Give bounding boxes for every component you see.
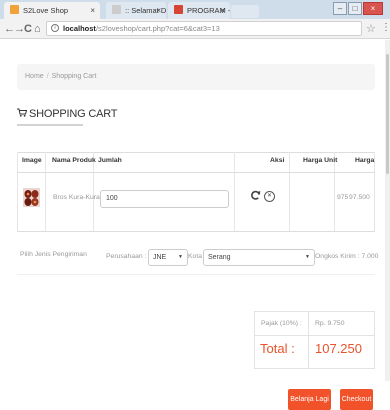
tab-title: S2Love Shop (23, 6, 69, 15)
maximize-button[interactable]: □ (348, 2, 362, 15)
total-value: 107.250 (315, 341, 362, 356)
remove-item-icon[interactable]: × (264, 191, 275, 202)
page-favicon-icon (112, 5, 121, 14)
header-unit-price: Harga Unit (303, 157, 338, 164)
header-quantity: Jumlah (98, 157, 122, 164)
product-thumbnail (23, 188, 40, 207)
line-price: 97.500 (349, 194, 370, 201)
order-summary: Pajak (10%) : Rp. 9.750 Total : 107.250 (254, 311, 375, 369)
column-divider (93, 152, 94, 232)
shipping-cost: Ongkos Kirim : 7.000 (315, 253, 379, 260)
tax-value: Rp. 9.750 (315, 320, 345, 327)
column-divider (234, 152, 235, 232)
chevron-down-icon: ▼ (305, 254, 310, 260)
breadcrumb-home-link[interactable]: Home (25, 73, 44, 80)
summary-divider (255, 335, 374, 336)
url-path: /s2loveshop/cart.php?cat=6&cat3=13 (95, 24, 220, 33)
page-title-text: SHOPPING CART (29, 108, 118, 120)
column-divider (45, 152, 46, 232)
city-select[interactable]: Serang ▼ (203, 249, 315, 266)
page-title: SHOPPING CART (17, 108, 117, 120)
page-content: Home / Shopping Cart SHOPPING CART Image N… (0, 40, 390, 410)
company-select-value: JNE (153, 254, 167, 261)
new-tab-button[interactable] (231, 5, 259, 18)
url-input[interactable]: i localhost/s2loveshop/cart.php?cat=6&ca… (46, 21, 362, 36)
breadcrumb: Home / Shopping Cart (17, 64, 375, 90)
reload-icon[interactable]: C (24, 22, 32, 36)
table-row-border (17, 231, 375, 232)
unit-price: 975 (337, 194, 349, 201)
column-divider (334, 152, 335, 232)
header-action: Aksi (270, 157, 285, 164)
column-divider (289, 152, 290, 232)
continue-shopping-button[interactable]: Belanja Lagi (288, 389, 331, 410)
company-select[interactable]: JNE ▼ (148, 249, 188, 266)
tab-s2love-shop[interactable]: S2Love Shop × (4, 2, 100, 19)
info-icon[interactable]: i (51, 24, 59, 32)
header-price: Harga (355, 157, 375, 164)
breadcrumb-separator: / (46, 73, 49, 80)
site-favicon-icon (10, 5, 19, 14)
gmail-icon (174, 5, 183, 14)
tab-close-icon[interactable]: × (220, 2, 225, 19)
product-name: Bros Kura-Kura (53, 194, 100, 201)
tab-close-icon[interactable]: × (90, 2, 95, 19)
company-label: Perusahaan : (106, 253, 147, 260)
home-icon[interactable]: ⌂ (34, 22, 41, 36)
quantity-input[interactable]: 100 (100, 190, 229, 208)
tax-label: Pajak (10%) : (261, 320, 302, 327)
url-host: localhost (63, 24, 96, 33)
city-select-value: Serang (208, 254, 231, 261)
column-divider (17, 152, 18, 232)
table-top-border (17, 152, 375, 153)
header-image: Image (22, 157, 42, 164)
column-divider (374, 152, 375, 232)
shipping-label: Pilih Jenis Pengiriman (20, 251, 87, 258)
tab-selamat-datang[interactable]: :: Selamat Datang Di R... × (106, 2, 166, 19)
window-close-button[interactable]: × (363, 2, 383, 15)
browser-menu-icon[interactable]: ⋮ (381, 22, 390, 33)
breadcrumb-current: Shopping Cart (51, 73, 97, 80)
bookmark-star-icon[interactable]: ☆ (366, 22, 376, 35)
header-product-name: Nama Produk (52, 157, 96, 164)
title-underline (17, 124, 83, 126)
summary-divider (308, 312, 309, 368)
checkout-button[interactable]: Checkout (340, 389, 373, 410)
address-bar-row: ← → C ⌂ i localhost/s2loveshop/cart.php?… (0, 19, 390, 39)
tab-gmail-program[interactable]: PROGRAM - shiemyal@... × (168, 2, 230, 19)
minimize-button[interactable]: – (333, 2, 347, 15)
tab-close-icon[interactable]: × (156, 2, 161, 19)
refresh-icon[interactable] (250, 190, 261, 204)
shopping-cart-icon (17, 108, 28, 120)
shipping-row-border (17, 274, 375, 275)
chevron-down-icon: ▼ (178, 254, 183, 260)
table-header-border (17, 172, 375, 173)
browser-tab-bar: S2Love Shop × :: Selamat Datang Di R... … (0, 0, 390, 19)
total-label: Total : (260, 341, 295, 356)
